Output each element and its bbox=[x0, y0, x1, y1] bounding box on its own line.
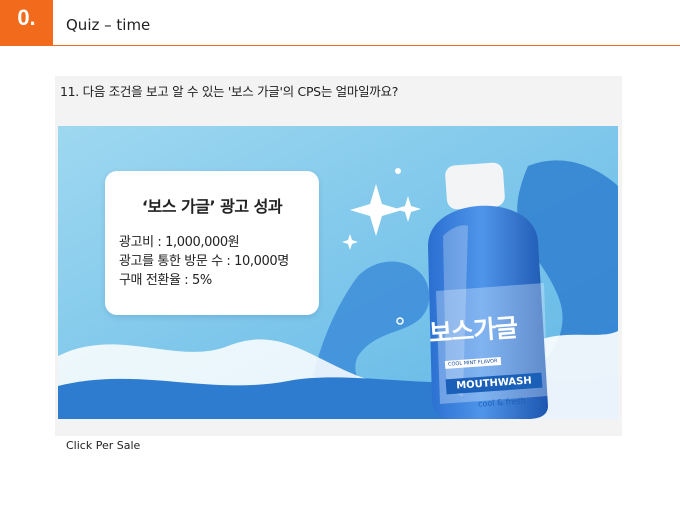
page-title: Quiz – time bbox=[66, 16, 151, 34]
ad-performance-title: ‘보스 가글’ 광고 성과 bbox=[141, 197, 283, 216]
header-divider bbox=[53, 45, 680, 46]
section-number-badge: 0. bbox=[0, 0, 53, 46]
bottle-brand-label: 보스가글 bbox=[428, 312, 519, 349]
hint-caption: Click Per Sale bbox=[66, 439, 141, 452]
ad-performance-box: ‘보스 가글’ 광고 성과 광고비 : 1,000,000원 광고를 통한 방문… bbox=[105, 171, 319, 315]
quiz-question: 11. 다음 조건을 보고 알 수 있는 '보스 가글'의 CPS는 얼마일까요… bbox=[60, 84, 399, 99]
ad-image: ‘보스 가글’ 광고 성과 광고비 : 1,000,000원 광고를 통한 방문… bbox=[58, 126, 618, 419]
ad-conversion-line: 구매 전환율 : 5% bbox=[119, 273, 212, 288]
ad-cost-line: 광고비 : 1,000,000원 bbox=[119, 235, 240, 250]
section-number: 0. bbox=[17, 5, 36, 30]
ad-visits-line: 광고를 통한 방문 수 : 10,000명 bbox=[119, 254, 289, 269]
